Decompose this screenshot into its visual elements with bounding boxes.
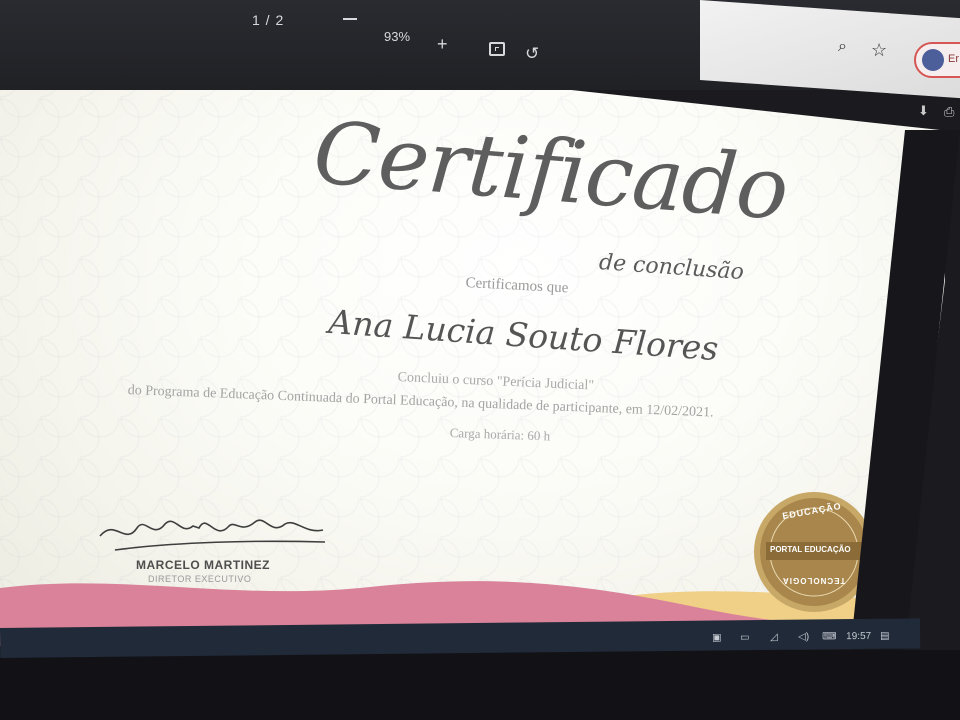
- signer-name: MARCELO MARTINEZ: [136, 558, 270, 572]
- profile-label: Er: [948, 53, 959, 65]
- zoom-out-button[interactable]: [343, 18, 357, 20]
- signature-icon: [99, 519, 326, 551]
- taskbar-clock[interactable]: 19:57: [846, 631, 871, 642]
- zoom-in-button[interactable]: +: [437, 34, 448, 55]
- download-icon[interactable]: ⬇: [918, 103, 929, 119]
- notifications-icon[interactable]: ▤: [880, 631, 890, 642]
- print-icon[interactable]: ⎙: [944, 104, 954, 120]
- network-icon[interactable]: ◿: [770, 632, 778, 643]
- seal-text-middle: PORTAL EDUCAÇÃO: [770, 545, 851, 554]
- fit-page-icon[interactable]: [489, 42, 505, 56]
- bookmark-star-icon[interactable]: ☆: [871, 40, 887, 61]
- monitor-bezel-bottom: [0, 650, 960, 720]
- avatar: [922, 49, 944, 71]
- signer-role: DIRETOR EXECUTIVO: [148, 574, 252, 584]
- zoom-level[interactable]: 93%: [384, 29, 410, 44]
- search-icon[interactable]: ⌕: [838, 38, 847, 56]
- volume-icon[interactable]: ◁): [798, 632, 809, 643]
- rotate-icon[interactable]: ↺: [525, 44, 539, 64]
- tray-app-icon[interactable]: ▣: [712, 632, 722, 643]
- seal-text-bottom: TECNOLOGIA: [782, 576, 846, 585]
- keyboard-icon[interactable]: ⌨: [822, 631, 837, 642]
- certificate-page: Certificado de conclusão Certificamos qu…: [0, 28, 945, 646]
- page-indicator[interactable]: 1 / 2: [252, 12, 284, 28]
- battery-icon[interactable]: ▭: [740, 632, 750, 643]
- profile-button[interactable]: Er: [914, 42, 960, 78]
- pdf-toolbar: 1 / 2 93% + ↺ ⌕ ☆ Er: [0, 0, 960, 99]
